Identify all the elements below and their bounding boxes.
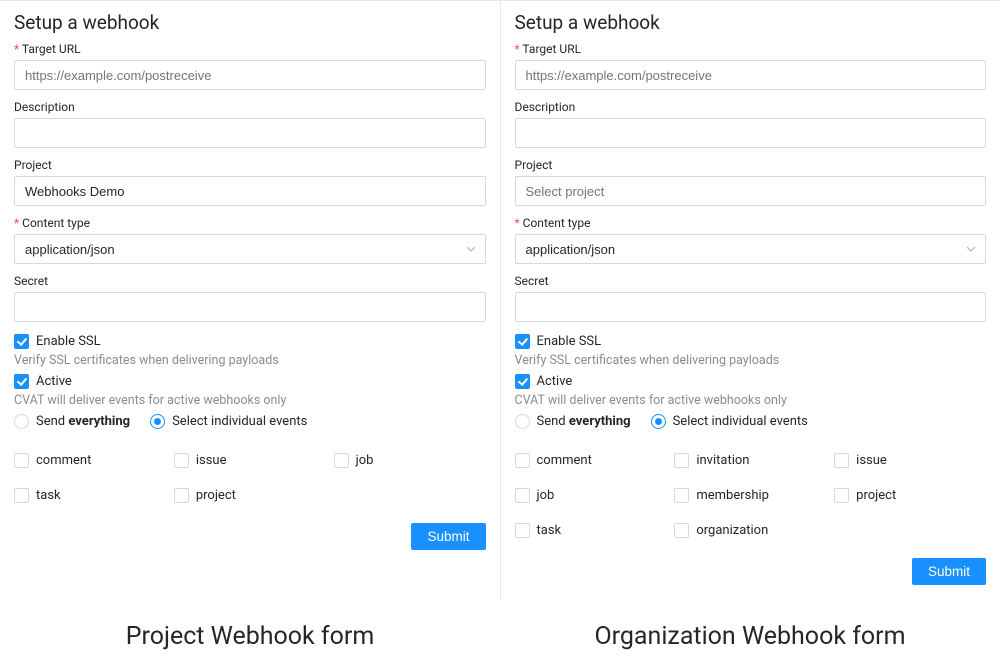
events-grid-left: comment issue job task project: [14, 453, 486, 503]
active-checkbox[interactable]: Active: [14, 372, 486, 391]
content-type-label: Content type: [515, 216, 987, 230]
event-label: organization: [696, 523, 768, 538]
active-help: CVAT will deliver events for active webh…: [515, 393, 987, 408]
event-task-checkbox[interactable]: task: [515, 523, 667, 538]
event-label: membership: [696, 488, 769, 503]
scope-individual-radio[interactable]: Select individual events: [651, 412, 808, 431]
content-type-label: Content type: [14, 216, 486, 230]
page-title: Setup a webhook: [14, 11, 486, 34]
checkbox-icon: [674, 488, 689, 503]
content-type-value[interactable]: [14, 234, 486, 264]
radio-icon: [150, 414, 165, 429]
event-label: issue: [856, 453, 887, 468]
checkbox-icon: [834, 488, 849, 503]
submit-button[interactable]: Submit: [912, 558, 986, 585]
event-label: job: [356, 453, 374, 468]
scope-everything-radio[interactable]: Send everything: [14, 412, 130, 431]
event-project-checkbox[interactable]: project: [834, 488, 986, 503]
checkbox-icon: [515, 453, 530, 468]
checkbox-icon: [674, 523, 689, 538]
event-comment-checkbox[interactable]: comment: [515, 453, 667, 468]
enable-ssl-checkbox[interactable]: Enable SSL: [515, 332, 987, 351]
scope-individual-radio[interactable]: Select individual events: [150, 412, 307, 431]
active-label: Active: [537, 374, 573, 389]
scope-everything-radio[interactable]: Send everything: [515, 412, 631, 431]
checkbox-icon: [174, 488, 189, 503]
project-select[interactable]: [14, 176, 486, 206]
ssl-help: Verify SSL certificates when delivering …: [14, 353, 486, 368]
active-label: Active: [36, 374, 72, 389]
enable-ssl-label: Enable SSL: [537, 334, 602, 349]
description-label: Description: [515, 100, 987, 114]
checkbox-icon: [14, 453, 29, 468]
event-label: comment: [36, 453, 91, 468]
secret-label: Secret: [14, 274, 486, 288]
radio-icon: [515, 414, 530, 429]
page-title: Setup a webhook: [515, 11, 987, 34]
event-organization-checkbox[interactable]: organization: [674, 523, 826, 538]
target-url-input[interactable]: [515, 60, 987, 90]
content-type-value[interactable]: [515, 234, 987, 264]
submit-button[interactable]: Submit: [411, 523, 485, 550]
event-label: comment: [537, 453, 592, 468]
ssl-help: Verify SSL certificates when delivering …: [515, 353, 987, 368]
project-select[interactable]: [515, 176, 987, 206]
checkbox-icon: [14, 488, 29, 503]
description-input[interactable]: [14, 118, 486, 148]
target-url-label: Target URL: [515, 42, 987, 56]
caption-left: Project Webhook form: [0, 622, 500, 651]
enable-ssl-label: Enable SSL: [36, 334, 101, 349]
event-issue-checkbox[interactable]: issue: [174, 453, 326, 468]
event-label: invitation: [696, 453, 749, 468]
target-url-label: Target URL: [14, 42, 486, 56]
event-membership-checkbox[interactable]: membership: [674, 488, 826, 503]
active-checkbox[interactable]: Active: [515, 372, 987, 391]
radio-icon: [14, 414, 29, 429]
description-label: Description: [14, 100, 486, 114]
enable-ssl-checkbox[interactable]: Enable SSL: [14, 332, 486, 351]
event-label: project: [856, 488, 896, 503]
content-type-select[interactable]: [515, 234, 987, 264]
project-label: Project: [14, 158, 486, 172]
checkbox-icon: [674, 453, 689, 468]
project-select-value[interactable]: [14, 176, 486, 206]
event-label: issue: [196, 453, 227, 468]
scope-individual-label: Select individual events: [673, 414, 808, 429]
checkbox-icon: [174, 453, 189, 468]
project-select-value[interactable]: [515, 176, 987, 206]
secret-label: Secret: [515, 274, 987, 288]
radio-icon: [651, 414, 666, 429]
checkbox-icon: [515, 334, 530, 349]
event-job-checkbox[interactable]: job: [334, 453, 486, 468]
checkbox-icon: [515, 488, 530, 503]
secret-input[interactable]: [14, 292, 486, 322]
scope-individual-label: Select individual events: [172, 414, 307, 429]
event-label: task: [36, 488, 61, 503]
event-invitation-checkbox[interactable]: invitation: [674, 453, 826, 468]
active-help: CVAT will deliver events for active webh…: [14, 393, 486, 408]
event-job-checkbox[interactable]: job: [515, 488, 667, 503]
target-url-input[interactable]: [14, 60, 486, 90]
content-type-select[interactable]: [14, 234, 486, 264]
secret-input[interactable]: [515, 292, 987, 322]
checkbox-icon: [515, 374, 530, 389]
event-comment-checkbox[interactable]: comment: [14, 453, 166, 468]
org-webhook-form: Setup a webhook Target URL Description P…: [501, 0, 1000, 600]
event-label: job: [537, 488, 555, 503]
project-webhook-form: Setup a webhook Target URL Description P…: [0, 0, 501, 600]
events-grid-right: comment invitation issue job membership proje…: [515, 453, 987, 538]
event-project-checkbox[interactable]: project: [174, 488, 326, 503]
event-label: task: [537, 523, 562, 538]
checkbox-icon: [14, 334, 29, 349]
checkbox-icon: [334, 453, 349, 468]
checkbox-icon: [14, 374, 29, 389]
checkbox-icon: [834, 453, 849, 468]
checkbox-icon: [515, 523, 530, 538]
caption-right: Organization Webhook form: [500, 622, 1000, 651]
event-label: project: [196, 488, 236, 503]
project-label: Project: [515, 158, 987, 172]
event-issue-checkbox[interactable]: issue: [834, 453, 986, 468]
description-input[interactable]: [515, 118, 987, 148]
event-task-checkbox[interactable]: task: [14, 488, 166, 503]
